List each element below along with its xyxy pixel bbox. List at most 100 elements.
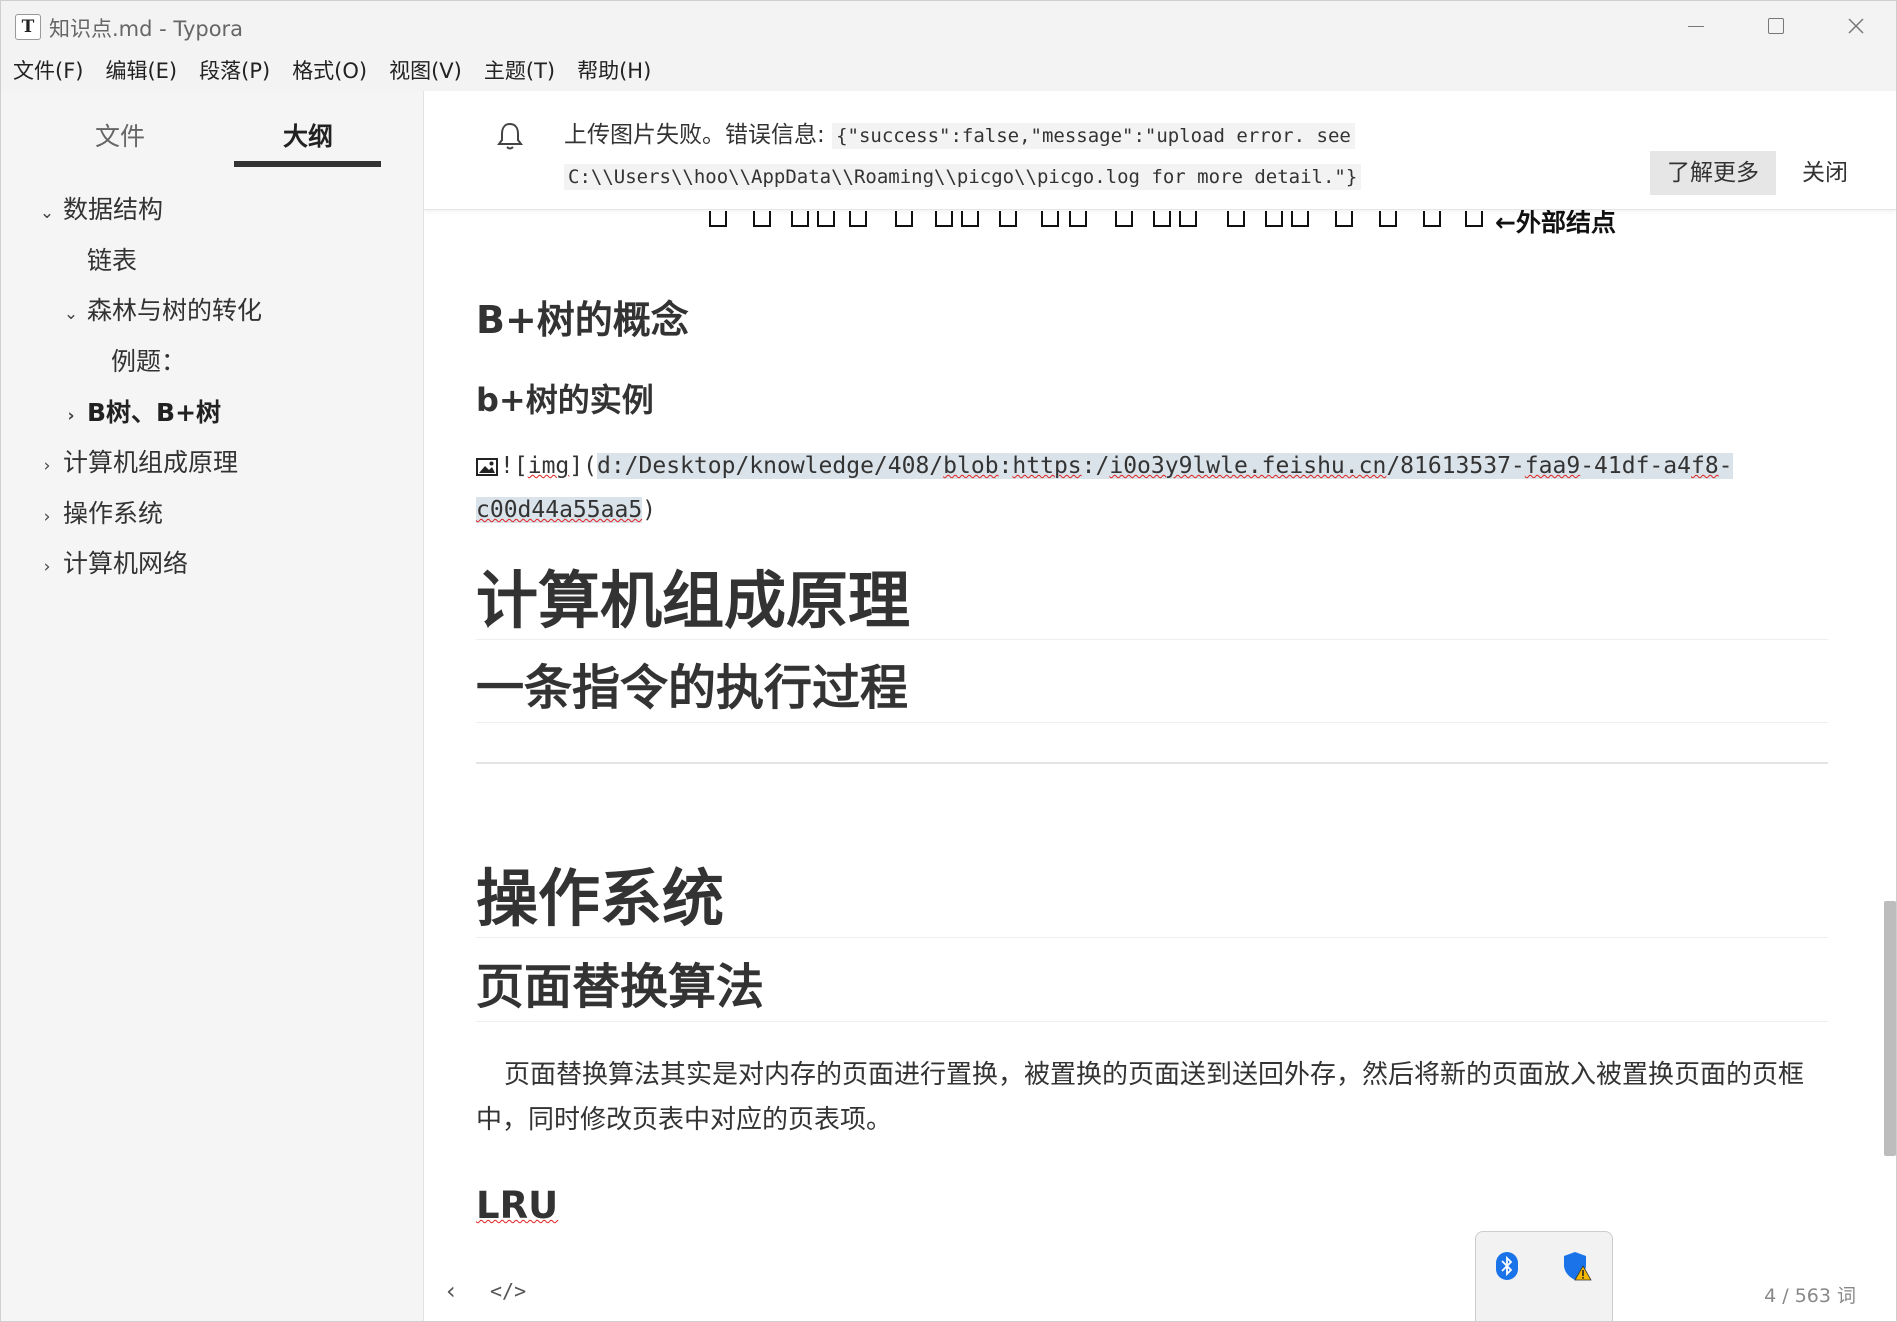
- leaf-node: [849, 211, 867, 227]
- leaf-node: [1069, 211, 1087, 227]
- md-path-part: c00d44a55aa5: [476, 497, 643, 523]
- heading-page-replace: 页面替换算法: [476, 953, 1828, 1022]
- typora-app-icon: T: [15, 14, 41, 40]
- leaf-node: [1115, 211, 1133, 227]
- outline-item-label: 操作系统: [63, 499, 164, 528]
- close-window-button[interactable]: [1816, 1, 1896, 51]
- learn-more-button[interactable]: 了解更多: [1650, 151, 1776, 195]
- menu-edit[interactable]: 编辑(E): [105, 51, 177, 91]
- horizontal-rule: [476, 762, 1828, 764]
- word-count[interactable]: 4 / 563 词: [1764, 1281, 1856, 1308]
- heading-instruction: 一条指令的执行过程: [476, 654, 1828, 723]
- md-image-path: d:/Desktop/knowledge/408/blob:https:/i0o…: [476, 453, 1733, 523]
- outline-item-label: 例题：: [111, 347, 187, 376]
- leaf-node: [1465, 211, 1483, 227]
- notice-detail-line1: {"success":false,"message":"upload error…: [832, 123, 1355, 149]
- toggle-sidebar-button[interactable]: ‹: [446, 1277, 456, 1305]
- system-tray-popup: [1475, 1231, 1613, 1321]
- outline-item-computer-org[interactable]: › 计算机组成原理: [37, 445, 238, 481]
- heading-bplus-example: b+树的实例: [476, 381, 654, 419]
- md-path-part: -41df-a4: [1580, 453, 1691, 479]
- chevron-down-icon[interactable]: ⌄: [61, 296, 81, 332]
- outline-item-example[interactable]: 例题：: [85, 344, 186, 380]
- title-bar: T 知识点.md - Typora: [1, 1, 1896, 51]
- leaf-node: [1335, 211, 1353, 227]
- leaf-node: [753, 211, 771, 227]
- md-path-part: i0o3y9lwle.feishu.cn: [1109, 453, 1387, 479]
- notice-message: 上传图片失败。错误信息: {"success":false,"message":…: [564, 115, 1444, 197]
- chevron-down-icon[interactable]: ⌄: [37, 195, 57, 231]
- outline-item-btree[interactable]: › B树、B+树: [61, 395, 221, 431]
- source-mode-button[interactable]: </>: [490, 1279, 526, 1303]
- upload-error-notice: 上传图片失败。错误信息: {"success":false,"message":…: [424, 91, 1896, 210]
- image-icon: [476, 457, 498, 476]
- md-paren-close: ): [642, 497, 657, 523]
- leaf-node: [1265, 211, 1283, 227]
- md-bracket-open: [: [513, 453, 528, 479]
- maximize-button[interactable]: [1736, 1, 1816, 51]
- tab-files[interactable]: 文件: [95, 117, 145, 153]
- outline-item-label: 计算机网络: [63, 549, 189, 578]
- md-path-part: f8: [1690, 453, 1719, 479]
- bluetooth-icon[interactable]: [1496, 1252, 1518, 1280]
- heading-computer-org: 计算机组成原理: [476, 563, 1828, 640]
- menu-theme[interactable]: 主题(T): [484, 51, 555, 91]
- outline-item-os[interactable]: › 操作系统: [37, 496, 163, 532]
- menu-bar: 文件(F) 编辑(E) 段落(P) 格式(O) 视图(V) 主题(T) 帮助(H…: [1, 51, 1896, 91]
- bell-icon: [497, 122, 523, 150]
- editor-pane[interactable]: 上传图片失败。错误信息: {"success":false,"message":…: [424, 91, 1896, 1321]
- heading-bplus-concept: B+树的概念: [476, 298, 689, 342]
- chevron-right-icon[interactable]: ›: [37, 499, 57, 535]
- chevron-right-icon[interactable]: ›: [37, 549, 57, 585]
- leaf-node: [1153, 211, 1171, 227]
- outline-item-label: 计算机组成原理: [63, 448, 239, 477]
- leaf-node: [817, 211, 835, 227]
- active-tab-indicator: [234, 161, 381, 167]
- vertical-scrollbar[interactable]: [1884, 901, 1896, 1156]
- leaf-node: [935, 211, 953, 227]
- chevron-right-icon[interactable]: ›: [61, 398, 81, 434]
- menu-paragraph[interactable]: 段落(P): [199, 51, 270, 91]
- outline-item-network[interactable]: › 计算机网络: [37, 546, 188, 582]
- outline-item-label: 链表: [87, 246, 138, 275]
- md-path-part: -: [1718, 453, 1733, 479]
- paragraph-page-replace: 页面替换算法其实是对内存的页面进行置换，被置换的页面送到送回外存，然后将新的页面…: [476, 1060, 1805, 1135]
- md-alt-text: img: [527, 453, 570, 479]
- minimize-icon: [1688, 25, 1704, 27]
- outline-item-data-structure[interactable]: ⌄ 数据结构: [37, 192, 163, 228]
- leaf-node: [1423, 211, 1441, 227]
- status-bar: ‹ </> 4 / 563 词: [424, 1263, 1896, 1321]
- image-markdown-source[interactable]: ![img](d:/Desktop/knowledge/408/blob:htt…: [476, 444, 1828, 532]
- leaf-node: [1179, 211, 1197, 227]
- md-path-part: :: [998, 453, 1013, 479]
- md-path-part: :/: [1081, 453, 1110, 479]
- outline-item-label: B树、B+树: [87, 398, 222, 427]
- menu-help[interactable]: 帮助(H): [577, 51, 651, 91]
- menu-file[interactable]: 文件(F): [13, 51, 83, 91]
- window-title: 知识点.md - Typora: [49, 17, 244, 41]
- leaf-node: [1227, 211, 1245, 227]
- leaf-node: [999, 211, 1017, 227]
- leaf-node: [1379, 211, 1397, 227]
- notice-prefix: 上传图片失败。错误信息:: [564, 122, 833, 148]
- heading-os: 操作系统: [476, 861, 1828, 938]
- leaf-node: [1041, 211, 1059, 227]
- maximize-icon: [1768, 18, 1784, 34]
- md-bracket-close: ](: [569, 453, 597, 479]
- chevron-right-icon[interactable]: ›: [37, 448, 57, 484]
- minimize-button[interactable]: [1656, 1, 1736, 51]
- menu-view[interactable]: 视图(V): [389, 51, 462, 91]
- tab-outline[interactable]: 大纲: [283, 117, 333, 153]
- outline-item-linked-list[interactable]: 链表: [61, 243, 137, 279]
- security-warning-icon[interactable]: [1562, 1250, 1592, 1282]
- md-bang: !: [500, 453, 514, 479]
- sidebar: 文件 大纲 ⌄ 数据结构 链表 ⌄ 森林与树的转化 例题： › B树、B+树 › 计算机…: [1, 91, 424, 1321]
- leaf-node: [791, 211, 809, 227]
- leaf-node: [1291, 211, 1309, 227]
- md-path-part: blob: [943, 453, 999, 479]
- outline-item-forest-tree[interactable]: ⌄ 森林与树的转化: [61, 293, 262, 329]
- outline-item-label: 数据结构: [63, 195, 164, 224]
- heading-lru: LRU: [476, 1184, 558, 1227]
- menu-format[interactable]: 格式(O): [292, 51, 367, 91]
- close-notice-button[interactable]: 关闭: [1802, 151, 1848, 195]
